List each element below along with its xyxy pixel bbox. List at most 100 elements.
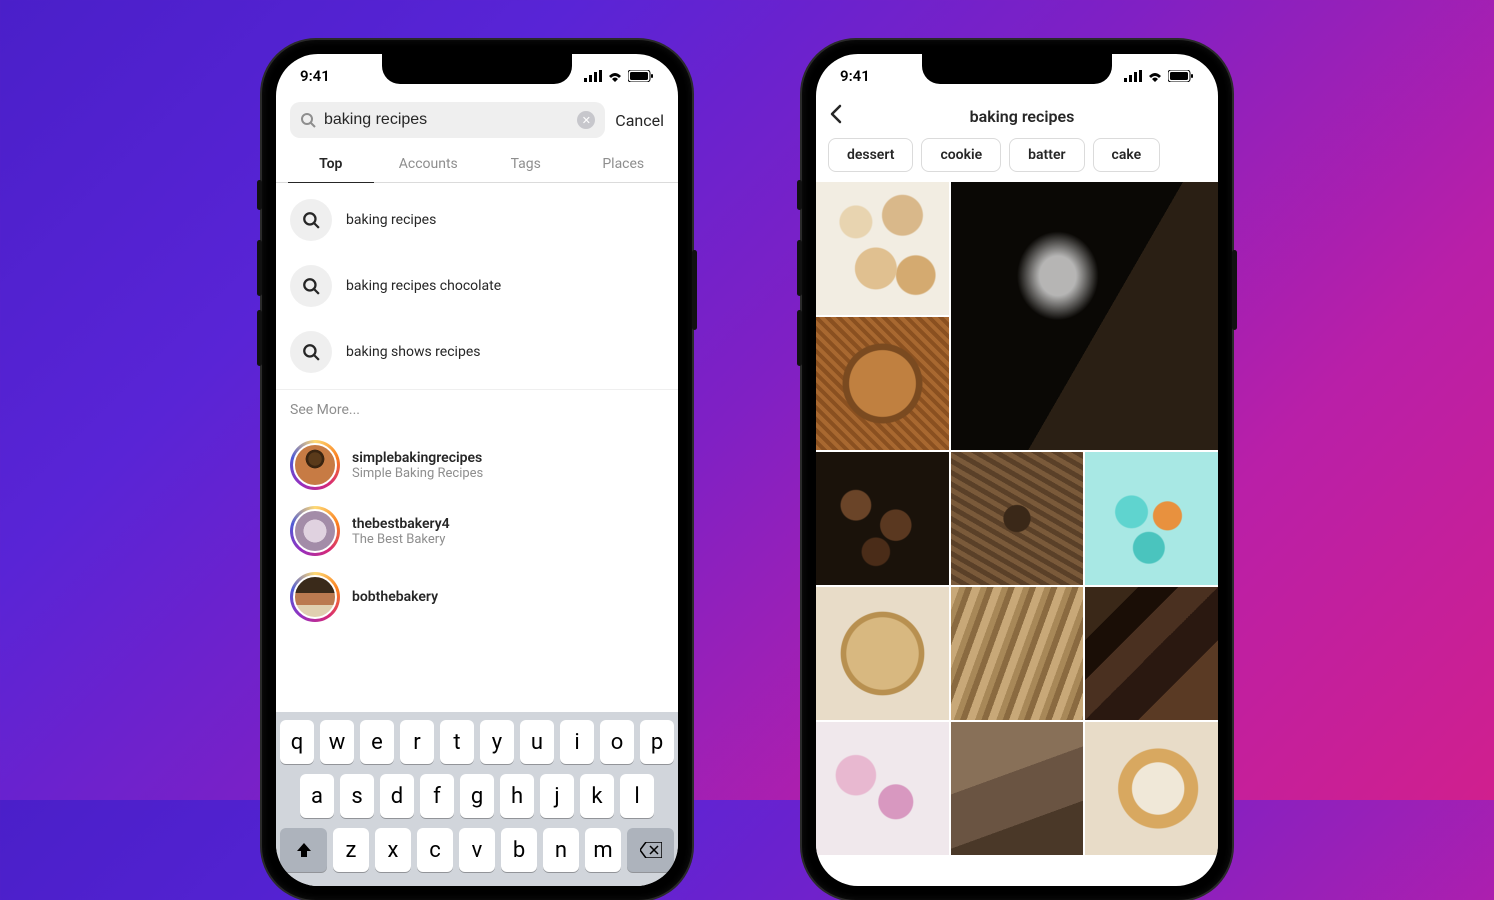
clear-search-icon[interactable]: ✕ <box>577 111 595 129</box>
grid-item[interactable] <box>816 317 949 450</box>
account-username: simplebakingrecipes <box>352 450 483 466</box>
shift-icon <box>295 841 313 859</box>
key-m[interactable]: m <box>585 828 621 872</box>
side-button <box>797 240 802 296</box>
account-username: thebestbakery4 <box>352 516 450 532</box>
phone-search: 9:41 ✕ Cancel TopAccountsTagsPlaces baki… <box>262 40 692 900</box>
grid-item[interactable] <box>1085 587 1218 720</box>
side-button <box>797 180 802 210</box>
side-button <box>257 310 262 366</box>
search-suggestion[interactable]: baking recipes <box>276 187 678 253</box>
key-u[interactable]: u <box>520 720 554 764</box>
backspace-key[interactable] <box>627 828 674 872</box>
key-l[interactable]: l <box>620 774 654 818</box>
account-result[interactable]: bobthebakery <box>276 564 678 630</box>
wifi-icon <box>1147 70 1163 82</box>
key-k[interactable]: k <box>580 774 614 818</box>
story-ring <box>290 440 340 490</box>
story-ring <box>290 506 340 556</box>
avatar <box>293 509 337 553</box>
grid-item[interactable] <box>816 587 949 720</box>
key-p[interactable]: p <box>640 720 674 764</box>
battery-icon <box>628 70 654 82</box>
key-e[interactable]: e <box>360 720 394 764</box>
key-w[interactable]: w <box>320 720 354 764</box>
search-icon <box>290 199 332 241</box>
search-suggestion[interactable]: baking shows recipes <box>276 319 678 385</box>
grid-item[interactable] <box>1085 722 1218 855</box>
account-display-name: The Best Bakery <box>352 532 450 547</box>
phone-notch <box>382 54 572 84</box>
tab-tags[interactable]: Tags <box>477 146 575 182</box>
key-i[interactable]: i <box>560 720 594 764</box>
grid-item[interactable] <box>951 587 1084 720</box>
suggestion-text: baking shows recipes <box>346 344 480 360</box>
key-b[interactable]: b <box>501 828 537 872</box>
filter-chip-cake[interactable]: cake <box>1093 138 1161 172</box>
cancel-button[interactable]: Cancel <box>615 111 664 130</box>
suggestion-text: baking recipes <box>346 212 436 228</box>
grid-item[interactable] <box>951 722 1084 855</box>
key-j[interactable]: j <box>540 774 574 818</box>
key-h[interactable]: h <box>500 774 534 818</box>
search-icon <box>290 265 332 307</box>
key-r[interactable]: r <box>400 720 434 764</box>
key-z[interactable]: z <box>333 828 369 872</box>
avatar <box>293 575 337 619</box>
key-q[interactable]: q <box>280 720 314 764</box>
key-g[interactable]: g <box>460 774 494 818</box>
cellular-icon <box>1124 70 1142 82</box>
results-title: baking recipes <box>864 107 1180 126</box>
key-f[interactable]: f <box>420 774 454 818</box>
shift-key[interactable] <box>280 828 327 872</box>
filter-chip-cookie[interactable]: cookie <box>921 138 1001 172</box>
search-field[interactable]: ✕ <box>290 102 605 138</box>
key-v[interactable]: v <box>459 828 495 872</box>
wifi-icon <box>607 70 623 82</box>
battery-icon <box>1168 70 1194 82</box>
filter-chip-batter[interactable]: batter <box>1009 138 1084 172</box>
back-button[interactable] <box>830 104 854 128</box>
key-a[interactable]: a <box>300 774 334 818</box>
side-button <box>257 240 262 296</box>
search-icon <box>290 331 332 373</box>
grid-item[interactable] <box>816 452 949 585</box>
search-suggestion[interactable]: baking recipes chocolate <box>276 253 678 319</box>
grid-item[interactable] <box>951 452 1084 585</box>
tab-places[interactable]: Places <box>575 146 673 182</box>
see-more-link[interactable]: See More... <box>276 390 678 430</box>
key-d[interactable]: d <box>380 774 414 818</box>
filter-chip-dessert[interactable]: dessert <box>828 138 913 172</box>
story-ring <box>290 572 340 622</box>
avatar <box>293 443 337 487</box>
key-c[interactable]: c <box>417 828 453 872</box>
suggestion-text: baking recipes chocolate <box>346 278 501 294</box>
search-icon <box>300 112 316 128</box>
grid-item[interactable] <box>1085 452 1218 585</box>
cellular-icon <box>584 70 602 82</box>
status-time: 9:41 <box>300 67 330 85</box>
side-button <box>797 310 802 366</box>
key-t[interactable]: t <box>440 720 474 764</box>
grid-item[interactable] <box>816 722 949 855</box>
key-s[interactable]: s <box>340 774 374 818</box>
side-button <box>692 250 697 330</box>
tab-top[interactable]: Top <box>282 146 380 182</box>
key-x[interactable]: x <box>375 828 411 872</box>
keyboard: qwertyuiop asdfghjkl zxcvbnm <box>276 712 678 886</box>
side-button <box>1232 250 1237 330</box>
grid-item[interactable] <box>951 182 1218 450</box>
phone-notch <box>922 54 1112 84</box>
key-y[interactable]: y <box>480 720 514 764</box>
backspace-icon <box>640 842 662 858</box>
account-result[interactable]: thebestbakery4The Best Bakery <box>276 498 678 564</box>
key-n[interactable]: n <box>543 828 579 872</box>
results-grid <box>816 182 1218 886</box>
account-result[interactable]: simplebakingrecipesSimple Baking Recipes <box>276 432 678 498</box>
status-time: 9:41 <box>840 67 870 85</box>
tab-accounts[interactable]: Accounts <box>380 146 478 182</box>
account-username: bobthebakery <box>352 589 438 605</box>
key-o[interactable]: o <box>600 720 634 764</box>
search-input[interactable] <box>324 111 569 129</box>
grid-item[interactable] <box>816 182 949 315</box>
